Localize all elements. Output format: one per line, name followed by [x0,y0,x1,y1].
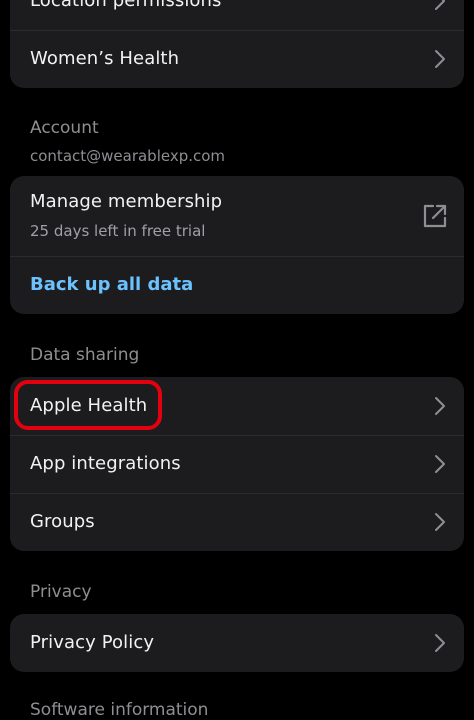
location-permissions-row[interactable]: Location permissions [10,0,464,30]
app-integrations-label: App integrations [30,453,181,474]
privacy-section-title: Privacy [30,582,92,602]
chevron-right-icon [435,0,445,10]
groups-label: Groups [30,511,95,532]
chevron-right-icon [435,455,445,473]
backup-row[interactable]: Back up all data [10,256,464,314]
backup-all-data-link[interactable]: Back up all data [30,274,193,295]
apple-health-label: Apple Health [30,395,148,416]
privacy-group: Privacy Policy [10,614,464,672]
data-sharing-group: Apple Health App integrations Groups [10,377,464,551]
location-permissions-label: Location permissions [30,0,222,11]
external-link-icon [423,204,447,228]
groups-row[interactable]: Groups [10,493,464,551]
settings-group-top: Location permissions Women’s Health [10,0,464,88]
data-sharing-section-title: Data sharing [30,345,140,365]
manage-membership-label: Manage membership [30,191,223,212]
apple-health-row[interactable]: Apple Health [10,377,464,435]
manage-membership-row[interactable]: Manage membership 25 days left in free t… [10,176,464,256]
software-section-title: Software information [30,700,209,720]
chevron-right-icon [435,634,445,652]
chevron-right-icon [435,513,445,531]
womens-health-row[interactable]: Women’s Health [10,30,464,88]
app-integrations-row[interactable]: App integrations [10,435,464,493]
account-group: Manage membership 25 days left in free t… [10,176,464,314]
chevron-right-icon [435,397,445,415]
privacy-policy-label: Privacy Policy [30,632,155,653]
account-email: contact@wearablexp.com [30,147,226,165]
trial-status-label: 25 days left in free trial [30,222,206,240]
chevron-right-icon [435,50,445,68]
account-section-title: Account [30,118,99,138]
privacy-policy-row[interactable]: Privacy Policy [10,614,464,672]
womens-health-label: Women’s Health [30,48,180,69]
